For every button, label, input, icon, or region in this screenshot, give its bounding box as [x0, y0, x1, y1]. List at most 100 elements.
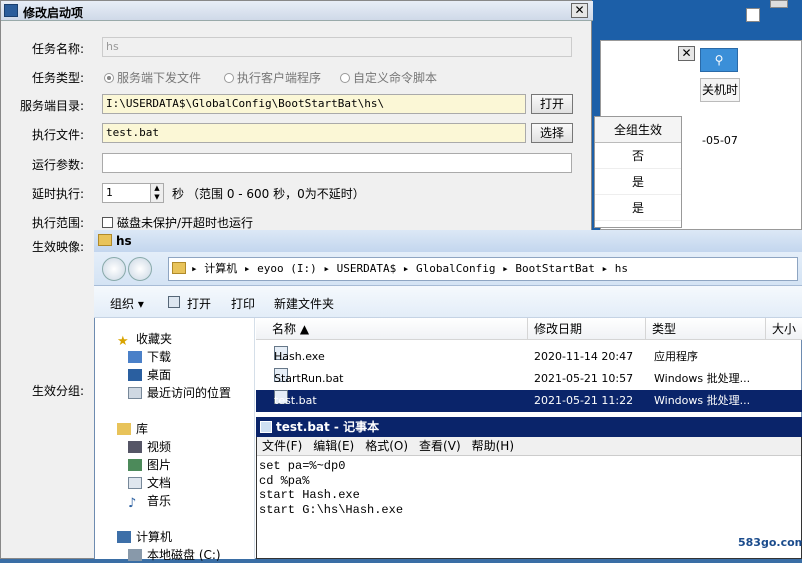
label-delay: 延时执行: [32, 187, 85, 201]
menu-help[interactable]: 帮助(H) [472, 439, 514, 453]
bg-square-icon [746, 8, 760, 22]
computer-icon [117, 531, 131, 543]
checkbox-label: 磁盘未保护/开超时也运行 [117, 216, 254, 230]
open-button[interactable]: 打开 [531, 94, 573, 114]
nav-music[interactable]: ♪ 音乐 [128, 492, 171, 511]
library-icon [117, 423, 131, 435]
scope-checkbox[interactable]: 磁盘未保护/开超时也运行 [102, 214, 253, 231]
dialog-close-button[interactable]: ✕ [571, 3, 588, 18]
file-name-text: Hash.exe [274, 350, 325, 363]
side-text: nc [762, 44, 776, 57]
col-type[interactable]: 类型 [646, 318, 766, 340]
notepad-icon [260, 421, 272, 433]
search-icon[interactable]: ⚲ [700, 48, 738, 72]
nav-documents[interactable]: 文档 [128, 474, 171, 491]
spinner-arrows-icon[interactable]: ▲ ▼ [150, 184, 163, 202]
music-icon: ♪ [128, 496, 137, 511]
table-cell[interactable]: 否 [595, 143, 681, 169]
nav-label: 计算机 [136, 530, 173, 544]
breadcrumb[interactable]: ▸ 计算机 ▸ eyoo (I:) ▸ USERDATA$ ▸ GlobalCo… [168, 257, 798, 281]
nav-favorites[interactable]: ★ 收藏夹 [117, 330, 173, 349]
document-icon [128, 477, 142, 489]
nav-label: 视频 [147, 440, 172, 454]
notepad-titlebar: test.bat - 记事本 [256, 417, 802, 437]
menu-edit[interactable]: 编辑(E) [313, 439, 354, 453]
radio-label: 执行客户端程序 [237, 71, 322, 85]
notepad-text-area[interactable]: set pa=%~dp0 cd %pa% start Hash.exe star… [259, 459, 799, 517]
label-group: 生效分组: [32, 384, 85, 398]
new-folder-button[interactable]: 新建文件夹 [274, 295, 334, 312]
shutdown-col-header: 关机时 [700, 78, 740, 102]
file-row-hash[interactable]: Hash.exe 2020-11-14 20:47 应用程序 [256, 346, 802, 368]
col-header-group-effect: 全组生效 [595, 117, 681, 143]
navigation-pane [95, 318, 255, 559]
select-button[interactable]: 选择 [531, 123, 573, 143]
radio-label: 自定义命令脚本 [353, 71, 438, 85]
label-task-type: 任务类型: [32, 71, 85, 85]
menu-format[interactable]: 格式(O) [365, 439, 408, 453]
menu-file[interactable]: 文件(F) [262, 439, 302, 453]
label-image: 生效映像: [32, 240, 85, 254]
checkbox-icon [102, 217, 113, 228]
picture-icon [128, 459, 142, 471]
nav-label: 图片 [147, 458, 172, 472]
video-icon [128, 441, 142, 453]
date-fragment: -05-07 [702, 134, 738, 147]
run-params-input[interactable] [102, 153, 572, 173]
file-row-test[interactable]: test.bat 2021-05-21 11:22 Windows 批处理... [256, 390, 802, 412]
delay-unit: 秒 [172, 187, 185, 201]
task-name-input[interactable]: hs [102, 37, 572, 57]
label-exec-file: 执行文件: [32, 128, 85, 142]
bg-small-button [770, 0, 788, 8]
nav-recent[interactable]: 最近访问的位置 [128, 384, 231, 401]
nav-label: 文档 [147, 476, 172, 490]
nav-label: 下载 [147, 350, 172, 364]
label-task-name: 任务名称: [32, 42, 85, 56]
nav-label: 本地磁盘 (C:) [147, 548, 221, 562]
nav-label: 桌面 [147, 368, 172, 382]
nav-library[interactable]: 库 [117, 420, 148, 437]
file-date: 2021-05-21 10:57 [534, 372, 634, 385]
download-icon [128, 351, 142, 363]
disk-icon [128, 549, 142, 561]
nav-label: 最近访问的位置 [147, 386, 232, 400]
server-dir-input[interactable]: I:\USERDATA$\GlobalConfig\BootStartBat\h… [102, 94, 526, 114]
col-size[interactable]: 大小 [766, 318, 802, 340]
dialog-titlebar: 修改启动项 [1, 1, 593, 21]
desktop-icon [128, 369, 142, 381]
file-date: 2020-11-14 20:47 [534, 350, 634, 363]
radio-server-file[interactable]: 服务端下发文件 [104, 69, 201, 86]
file-row-startrun[interactable]: StartRun.bat 2021-05-21 10:57 Windows 批处… [256, 368, 802, 390]
delay-hint: （范围 0 - 600 秒，0为不延时） [187, 187, 365, 201]
file-name-text: test.bat [274, 394, 317, 407]
print-button[interactable]: 打印 [231, 295, 255, 312]
open-tool-button[interactable]: 打开 [187, 295, 211, 312]
nav-label: 收藏夹 [136, 332, 173, 346]
watermark: 583go.com [738, 536, 802, 549]
nav-downloads[interactable]: 下载 [128, 348, 171, 365]
table-cell[interactable]: 是 [595, 169, 681, 195]
col-name[interactable]: 名称 ▲ [266, 318, 528, 340]
col-date[interactable]: 修改日期 [528, 318, 646, 340]
organize-button[interactable]: 组织 ▾ [110, 295, 144, 312]
nav-local-disk[interactable]: 本地磁盘 (C:) [128, 546, 221, 563]
file-date: 2021-05-21 11:22 [534, 394, 634, 407]
notepad-title: test.bat - 记事本 [276, 420, 380, 434]
nav-computer[interactable]: 计算机 [117, 528, 172, 545]
forward-icon[interactable] [128, 257, 152, 281]
table-cell[interactable]: 是 [595, 195, 681, 221]
exec-file-input[interactable]: test.bat [102, 123, 526, 143]
folder-icon [172, 262, 186, 274]
bg-close-button[interactable]: ✕ [678, 46, 695, 61]
nav-desktop[interactable]: 桌面 [128, 366, 171, 383]
nav-videos[interactable]: 视频 [128, 438, 171, 455]
label-server-dir: 服务端目录: [20, 99, 85, 113]
radio-client-program[interactable]: 执行客户端程序 [224, 69, 321, 86]
window-icon [4, 4, 18, 17]
nav-pictures[interactable]: 图片 [128, 456, 171, 473]
star-icon: ★ [117, 334, 129, 349]
group-effect-table: 全组生效 否 是 是 [594, 116, 682, 228]
menu-view[interactable]: 查看(V) [419, 439, 461, 453]
radio-custom-script[interactable]: 自定义命令脚本 [340, 69, 437, 86]
back-icon[interactable] [102, 257, 126, 281]
